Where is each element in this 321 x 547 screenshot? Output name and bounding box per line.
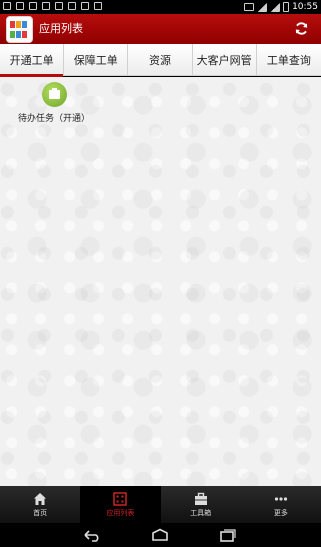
tab-key-account-network[interactable]: 大客户网管 (193, 44, 257, 76)
more-icon (274, 496, 287, 501)
tab-bar: 开通工单 保障工单 资源 大客户网管 工单查询 (0, 44, 321, 77)
notification-icon (3, 2, 11, 10)
nav-toolbox[interactable]: 工具箱 (161, 486, 241, 523)
wifi-icon (244, 3, 255, 11)
status-time: 10:55 (292, 2, 318, 12)
back-icon[interactable] (83, 528, 101, 542)
nav-label: 更多 (273, 508, 288, 517)
app-item-label: 待办任务（开通） (17, 114, 90, 124)
tab-maintenance-orders[interactable]: 保障工单 (64, 44, 129, 76)
tab-activation-orders[interactable]: 开通工单 (0, 44, 65, 77)
refresh-icon[interactable] (294, 21, 309, 36)
nav-label: 应用列表 (106, 508, 135, 517)
notification-icon (68, 2, 76, 10)
nav-label: 首页 (33, 508, 48, 517)
nav-more[interactable]: 更多 (241, 486, 321, 523)
nav-home[interactable]: 首页 (0, 486, 80, 523)
recent-apps-icon[interactable] (219, 528, 237, 542)
notification-icon (42, 2, 50, 10)
system-nav-bar (0, 523, 321, 547)
grid-icon (113, 491, 128, 506)
notification-icon (16, 2, 24, 10)
nav-label: 工具箱 (190, 508, 212, 517)
notification-icon (55, 2, 63, 10)
tab-order-query[interactable]: 工单查询 (257, 44, 321, 76)
notification-icon (94, 2, 102, 10)
battery-icon (283, 2, 290, 12)
home-button-icon[interactable] (151, 528, 169, 542)
nav-app-list[interactable]: 应用列表 (80, 486, 161, 523)
status-bar: 10:55 (0, 0, 321, 14)
tab-resources[interactable]: 资源 (128, 44, 193, 76)
bottom-nav: 首页 应用列表 工具箱 更多 (0, 486, 321, 523)
notification-icon (81, 2, 89, 10)
page-title: 应用列表 (39, 22, 83, 35)
home-icon (34, 492, 47, 505)
app-grid: 待办任务（开通） (0, 77, 321, 486)
app-item-pending-tasks[interactable]: 待办任务（开通） (14, 82, 94, 124)
notification-icons (3, 2, 102, 10)
title-bar: 应用列表 (0, 14, 321, 44)
notification-icon (29, 2, 37, 10)
briefcase-icon (41, 82, 67, 107)
signal-icon (270, 2, 281, 12)
signal-icon (257, 2, 268, 12)
toolbox-icon (194, 492, 207, 505)
app-logo-icon (6, 16, 33, 43)
